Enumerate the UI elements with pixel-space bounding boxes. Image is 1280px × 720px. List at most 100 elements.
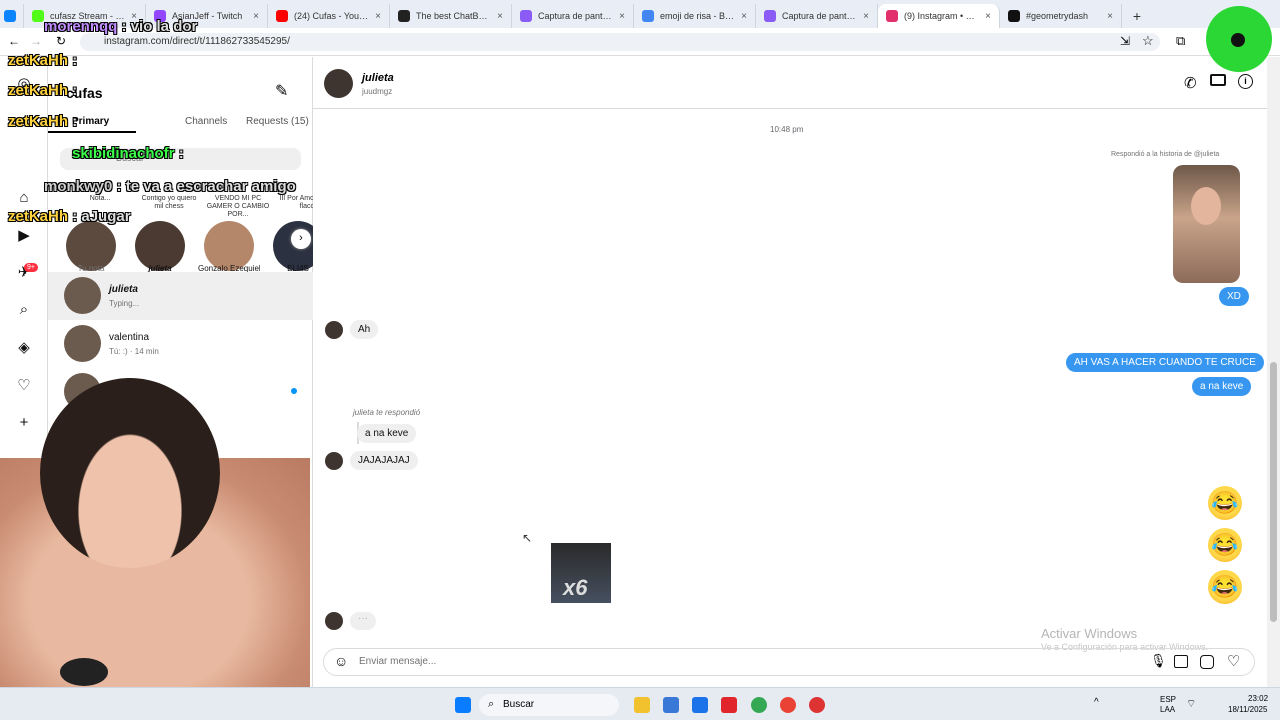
- thread-item[interactable]: valentina Tú: :) · 14 min: [48, 320, 313, 368]
- contact-name[interactable]: julieta: [362, 72, 394, 84]
- stream-chat-line: zetKaHh : aJugar: [8, 208, 131, 225]
- explore-icon[interactable]: ◈: [15, 339, 33, 357]
- tab-close-icon[interactable]: ×: [253, 11, 259, 22]
- sticker-image[interactable]: x6: [551, 543, 611, 603]
- contact-avatar[interactable]: [324, 69, 353, 98]
- stream-chat-user: skibidinachofr: [72, 145, 175, 162]
- wifi-icon[interactable]: ⌔: [1186, 697, 1196, 711]
- new-tab-button[interactable]: +: [1122, 4, 1152, 28]
- stream-chat-line: monkwy0 : te va a escrachar amigo: [44, 178, 296, 195]
- app-icon[interactable]: [809, 697, 825, 713]
- emoji-sticker-1[interactable]: 😂: [1208, 486, 1242, 520]
- browser-tab[interactable]: (24) Cufas - YouTube ×: [268, 4, 390, 28]
- start-button-icon[interactable]: [455, 697, 471, 713]
- notes-next-chevron-icon[interactable]: ›: [291, 229, 311, 249]
- url-field[interactable]: instagram.com/direct/t/111862733545295/: [80, 33, 1160, 51]
- add-photo-icon[interactable]: [1174, 655, 1188, 668]
- tab-favicon-icon: [1008, 10, 1020, 22]
- outgoing-message[interactable]: a na keve: [1192, 377, 1252, 396]
- sticker-icon[interactable]: [1200, 655, 1214, 669]
- emoji-picker-icon[interactable]: ☺: [334, 653, 348, 669]
- forward-icon[interactable]: →: [30, 34, 42, 48]
- browser-tab[interactable]: Captura de pantalla p ×: [512, 4, 634, 28]
- home-icon[interactable]: ⌂: [15, 189, 33, 207]
- stream-chat-line: zetKaHh :: [8, 82, 77, 99]
- file-explorer-icon[interactable]: [634, 697, 650, 713]
- story-preview-image[interactable]: [1173, 165, 1240, 283]
- app-icon[interactable]: [663, 697, 679, 713]
- outgoing-message[interactable]: AH VAS A HACER CUANDO TE CRUCE: [1066, 353, 1264, 372]
- extensions-icon[interactable]: ⧉: [1176, 33, 1185, 49]
- tab-close-icon[interactable]: ×: [619, 11, 625, 22]
- emoji-sticker-2[interactable]: 😂: [1208, 528, 1242, 562]
- tab-close-icon[interactable]: ×: [497, 11, 503, 22]
- stream-chat-user: zetKaHh: [8, 82, 69, 99]
- video-call-icon[interactable]: [1210, 74, 1226, 86]
- message-composer[interactable]: ☺ Enviar mensaje... 🎙 ♡: [323, 648, 1255, 676]
- audio-call-icon[interactable]: ✆: [1184, 74, 1197, 92]
- note-item[interactable]: Contigo yo quiero mil chess julieta: [135, 195, 203, 275]
- tab-close-icon[interactable]: ×: [741, 11, 747, 22]
- windows-taskbar: ⌕ Buscar ^ ESP LAA ⌔ 23:02 18/11/2025: [0, 687, 1280, 720]
- scrollbar-thumb[interactable]: [1270, 362, 1277, 622]
- tab-close-icon[interactable]: ×: [863, 11, 869, 22]
- tab-channels[interactable]: Channels: [185, 116, 227, 127]
- note-item[interactable]: VENDO MI PC GAMER O CAMBIO POR... Gonzalo…: [198, 195, 272, 275]
- tab-favicon-icon: [32, 10, 44, 22]
- language-top[interactable]: ESP: [1160, 695, 1176, 704]
- like-heart-icon[interactable]: ♡: [1227, 652, 1240, 670]
- tab-close-icon[interactable]: ×: [375, 11, 381, 22]
- note-item[interactable]: Nota... Tu nota: [66, 195, 134, 275]
- stream-chat-text: :: [178, 145, 184, 162]
- new-message-icon[interactable]: ✎: [275, 81, 288, 101]
- tab-title: Captura de pantalla p: [538, 11, 613, 21]
- chrome-icon[interactable]: [780, 697, 796, 713]
- clock-date[interactable]: 18/11/2025: [1228, 705, 1267, 714]
- language-bottom[interactable]: LAA: [1160, 705, 1175, 714]
- incoming-message[interactable]: Ah: [350, 320, 379, 339]
- back-icon[interactable]: ←: [8, 34, 20, 48]
- record-indicator: [1206, 6, 1272, 72]
- search-icon[interactable]: ⌕: [15, 301, 33, 319]
- outgoing-message[interactable]: XD: [1219, 287, 1249, 306]
- conversation-info-icon[interactable]: i: [1238, 74, 1253, 89]
- tab-requests[interactable]: Requests (15): [246, 116, 309, 127]
- tab-list-button[interactable]: [0, 4, 24, 28]
- stream-chat-user: zetKaHh: [8, 52, 69, 69]
- reload-icon[interactable]: ↻: [56, 34, 66, 48]
- page-scrollbar[interactable]: [1267, 57, 1280, 687]
- thread-item[interactable]: julieta Typing...: [48, 272, 313, 320]
- chat-pane: julieta juudmgz ✆ i 10:48 pm Respondió a…: [313, 57, 1267, 687]
- tab-favicon-icon: [520, 10, 532, 22]
- voice-clip-icon[interactable]: 🎙: [1150, 653, 1167, 669]
- browser-tab[interactable]: emoji de risa - Busca ×: [634, 4, 756, 28]
- reels-icon[interactable]: ▶: [15, 227, 33, 245]
- browser-tab[interactable]: The best ChatBot and ×: [390, 4, 512, 28]
- tab-close-icon[interactable]: ×: [985, 11, 991, 22]
- thread-avatar: [64, 325, 101, 362]
- app-icon[interactable]: [721, 697, 737, 713]
- incoming-message[interactable]: JAJAJAJAJ: [350, 451, 418, 470]
- clock-time[interactable]: 23:02: [1248, 694, 1268, 703]
- tab-primary[interactable]: Primary: [72, 116, 109, 127]
- reply-quote[interactable]: a na keve: [357, 424, 417, 443]
- taskbar-search[interactable]: ⌕ Buscar: [479, 694, 619, 716]
- webcam-head: [40, 378, 220, 568]
- record-dot: [1231, 33, 1245, 47]
- install-app-icon[interactable]: ⇲: [1120, 34, 1130, 48]
- message-input[interactable]: Enviar mensaje...: [359, 656, 436, 667]
- stream-chat-line: skibidinachofr :: [72, 145, 184, 162]
- browser-tab[interactable]: #geometrydash ×: [1000, 4, 1122, 28]
- tab-close-icon[interactable]: ×: [1107, 11, 1113, 22]
- browser-tab[interactable]: (9) Instagram • Mens ×: [878, 4, 1000, 28]
- emoji-sticker-3[interactable]: 😂: [1208, 570, 1242, 604]
- stream-chat-user: zetKaHh: [8, 113, 69, 130]
- tab-favicon-icon: [886, 10, 898, 22]
- bookmark-star-icon[interactable]: ☆: [1142, 33, 1154, 49]
- store-icon[interactable]: [692, 697, 708, 713]
- note-bubble: Contigo yo quiero mil chess: [141, 195, 197, 210]
- tab-primary-underline: [48, 131, 136, 133]
- tray-chevron-icon[interactable]: ^: [1094, 697, 1099, 708]
- chrome-icon[interactable]: [751, 697, 767, 713]
- browser-tab[interactable]: Captura de pantalla p ×: [756, 4, 878, 28]
